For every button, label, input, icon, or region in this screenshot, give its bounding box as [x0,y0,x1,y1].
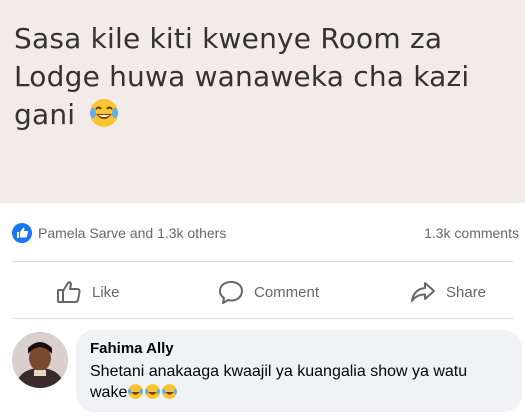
comments-count[interactable]: 1.3k comments [424,225,519,241]
laughing-crying-emoji-icon [90,99,119,127]
comment-body: Shetani anakaaga kwaajil ya kuangalia sh… [90,361,508,403]
post-caption-text: Sasa kile kiti kwenye Room za Lodge huwa… [14,20,511,134]
thumbs-up-icon [57,281,81,303]
divider [12,261,513,262]
action-bar: Like Comment Share [0,272,525,312]
comment-author[interactable]: Fahima Ally [90,340,508,357]
laughing-crying-emoji-icon [145,384,161,399]
reaction-summary[interactable]: Pamela Sarve and 1.3k others [12,223,226,243]
post-image[interactable]: Sasa kile kiti kwenye Room za Lodge huwa… [0,0,525,203]
like-label: Like [92,283,120,301]
reaction-summary-text: Pamela Sarve and 1.3k others [38,225,227,241]
laughing-crying-emoji-icon [128,384,144,399]
comment-label: Comment [254,283,320,301]
like-button[interactable]: Like [56,272,120,312]
profile-photo [12,332,68,388]
share-label: Share [446,283,487,301]
post-text: Sasa kile kiti kwenye Room za Lodge huwa… [14,22,470,131]
share-button[interactable]: Share [410,272,486,312]
reactions-bar: Pamela Sarve and 1.3k others 1.3k commen… [0,218,525,248]
avatar[interactable] [12,332,68,388]
laughing-crying-emoji-icon [162,384,178,399]
like-reaction-icon [12,223,32,243]
share-arrow-icon [411,282,435,302]
divider [12,318,513,319]
comment-bubble[interactable]: Fahima Ally Shetani anakaaga kwaajil ya … [76,330,522,412]
comment-item: Fahima Ally Shetani anakaaga kwaajil ya … [0,330,525,418]
comment-button[interactable]: Comment [218,272,319,312]
comment-bubble-icon [219,281,243,304]
